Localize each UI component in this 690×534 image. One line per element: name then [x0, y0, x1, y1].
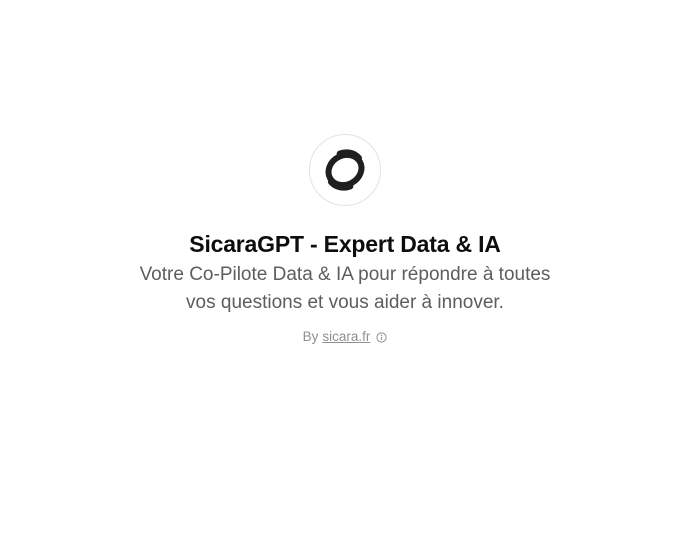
author-link[interactable]: sicara.fr	[322, 327, 370, 347]
gpt-description: Votre Co-Pilote Data & IA pour répondre …	[139, 264, 551, 313]
gpt-avatar	[309, 134, 381, 206]
info-circle-icon[interactable]	[376, 331, 387, 343]
byline-prefix: By	[302, 329, 319, 344]
gpt-profile: SicaraGPT - Expert Data & IA Votre Co-Pi…	[0, 134, 690, 347]
sicara-logo-icon	[325, 149, 365, 191]
gpt-byline: By sicara.fr	[303, 327, 388, 347]
page: SicaraGPT - Expert Data & IA Votre Co-Pi…	[0, 0, 690, 534]
gpt-title: SicaraGPT - Expert Data & IA	[189, 231, 501, 257]
